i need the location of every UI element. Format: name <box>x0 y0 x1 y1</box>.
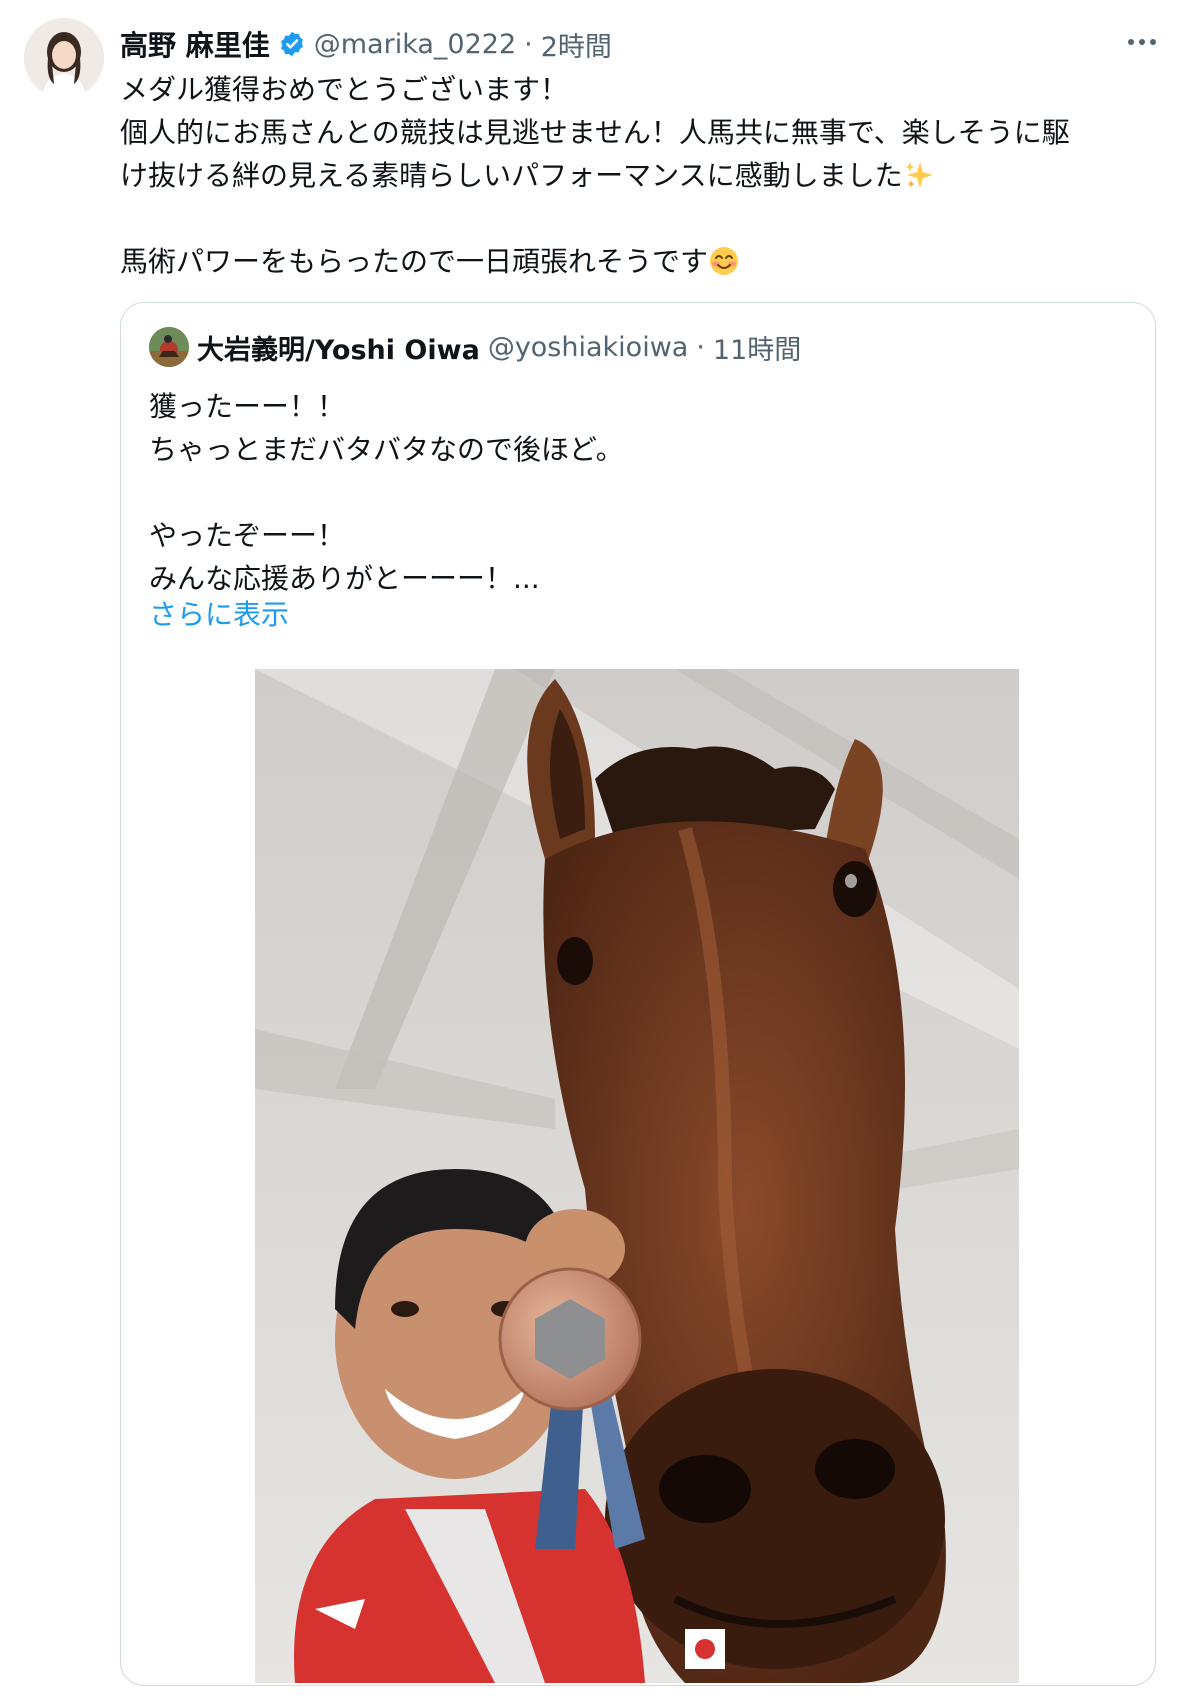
quoted-tweet[interactable]: 大岩義明/Yoshi Oiwa @yoshiakioiwa · 11時間 獲った… <box>120 302 1156 1686</box>
quoted-author-display-name: 大岩義明/Yoshi Oiwa <box>197 334 480 366</box>
tweet: 高野 麻里佳 @marika_0222 · 2時間 メダル獲得おめでとうございま… <box>0 0 1188 1704</box>
quoted-author-avatar <box>149 327 189 367</box>
quoted-tweet-photo[interactable] <box>255 669 1019 1683</box>
header-separator: · <box>524 28 533 60</box>
tweet-line: メダル獲得おめでとうございます！ <box>120 73 569 106</box>
tweet-line-text: け抜ける絆の見える素晴らしいパフォーマンスに感動しました <box>120 159 903 192</box>
smiling-face-emoji-icon <box>708 245 740 277</box>
author-avatar[interactable] <box>24 18 104 98</box>
quoted-author-handle: @yoshiakioiwa <box>487 331 689 363</box>
quoted-line: 獲ったーー！！ <box>149 390 346 423</box>
quoted-blank-line <box>149 471 1129 514</box>
quoted-line: みんな応援ありがとーーー！... <box>149 562 540 595</box>
author-handle[interactable]: @marika_0222 <box>314 29 516 60</box>
quoted-line: ちゃっとまだバタバタなので後ほど。 <box>149 433 624 466</box>
avatar-image <box>24 18 104 98</box>
quoted-tweet-header: 大岩義明/Yoshi Oiwa @yoshiakioiwa · 11時間 <box>149 325 801 369</box>
tweet-timestamp[interactable]: 2時間 <box>541 25 612 64</box>
tweet-line: 個人的にお馬さんとの競技は見逃せません！人馬共に無事で、楽しそうに駆 <box>120 116 1070 149</box>
sparkles-emoji-icon <box>903 159 935 191</box>
photo-image <box>255 669 1019 1683</box>
show-more-link[interactable]: さらに表示 <box>149 593 289 636</box>
quoted-line: やったぞーー！ <box>149 519 346 552</box>
tweet-line-text: 馬術パワーをもらったので一日頑張れそうです <box>120 245 709 278</box>
author-display-name[interactable]: 高野 麻里佳 <box>120 24 270 64</box>
verified-badge-icon <box>278 30 306 58</box>
more-options-icon[interactable] <box>1120 22 1164 62</box>
tweet-line: け抜ける絆の見える素晴らしいパフォーマンスに感動しました <box>120 154 1160 197</box>
quoted-tweet-body: 獲ったーー！！ ちゃっとまだバタバタなので後ほど。 やったぞーー！ みんな応援あ… <box>149 385 1129 600</box>
tweet-line: 馬術パワーをもらったので一日頑張れそうです <box>120 240 1160 283</box>
tweet-blank-line <box>120 197 1160 240</box>
tweet-body: メダル獲得おめでとうございます！ 個人的にお馬さんとの競技は見逃せません！人馬共… <box>120 68 1160 283</box>
tweet-header: 高野 麻里佳 @marika_0222 · 2時間 <box>120 24 612 64</box>
quoted-tweet-timestamp: 11時間 <box>712 334 802 366</box>
quoted-header-separator: · <box>696 331 705 363</box>
